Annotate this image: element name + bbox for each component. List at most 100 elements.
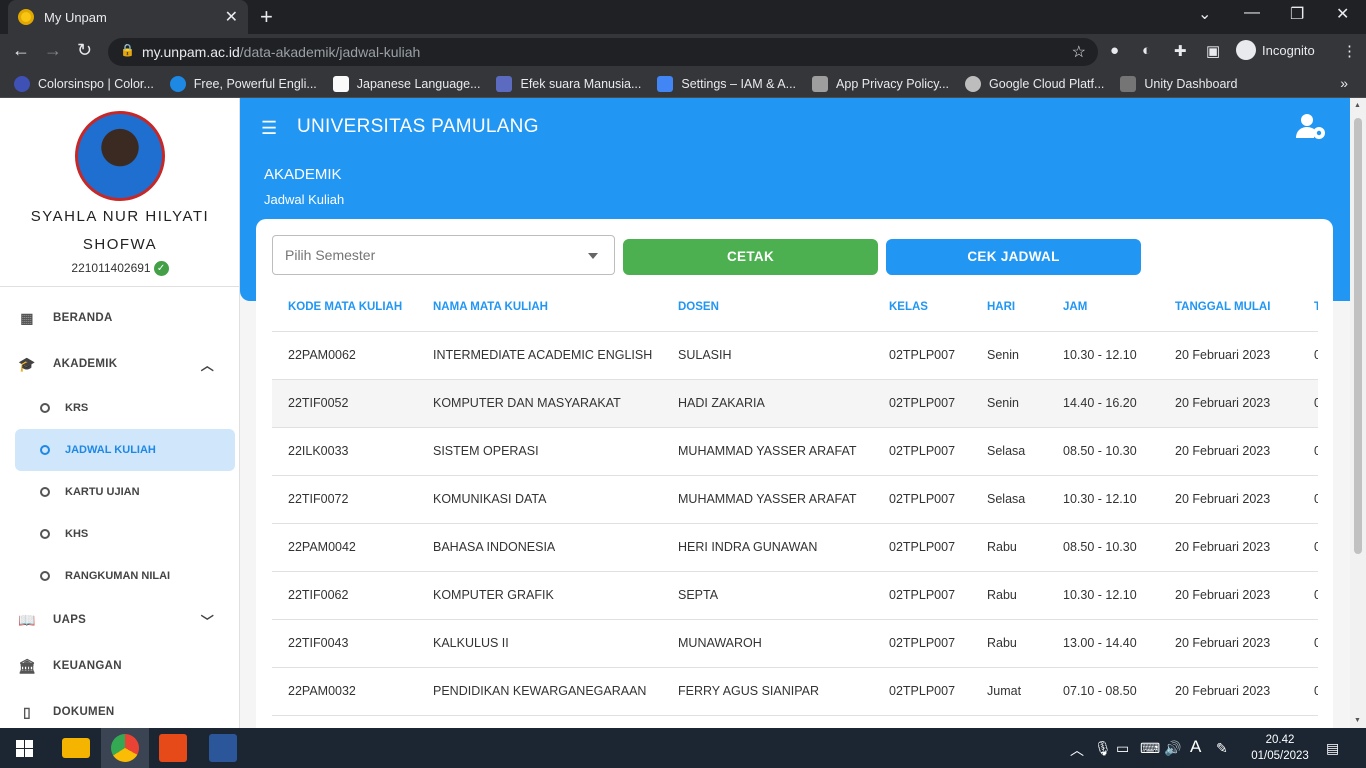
table-row: 22PAM0042 BAHASA INDONESIA HERI INDRA GU… (272, 523, 1318, 572)
sidebar-subitem-krs[interactable]: KRS (0, 387, 240, 429)
bookmark-favicon-icon (812, 75, 829, 92)
sidebar-item-dokumen[interactable]: ▯ DOKUMEN (0, 689, 240, 728)
extension-icon[interactable]: ◐ (1142, 42, 1160, 60)
chrome-menu-icon[interactable]: ⋮ (1342, 42, 1360, 60)
table-cell: 20 Februari 2023 (1159, 331, 1298, 380)
sidebar-item-beranda[interactable]: ▦ BERANDA (0, 295, 240, 341)
table-cell: 02TPLP007 (873, 571, 971, 620)
column-header[interactable]: JAM (1047, 283, 1159, 332)
restore-icon[interactable]: ❐ (1290, 4, 1304, 24)
cetak-button[interactable]: CETAK (623, 239, 878, 275)
table-row: 22ILK0033 SISTEM OPERASI MUHAMMAD YASSER… (272, 427, 1318, 476)
bookmark-favicon-icon (965, 75, 982, 92)
word-icon[interactable] (209, 734, 237, 762)
table-cell: KALKULUS II (417, 619, 662, 668)
document-icon: ▯ (22, 704, 31, 720)
address-bar[interactable]: 🔒 my.unpam.ac.id/data-akademik/jadwal-ku… (108, 38, 1098, 66)
sidebar-subitem-rangkuman-nilai[interactable]: RANGKUMAN NILAI (0, 555, 240, 597)
column-header[interactable]: TANGGAL MULAI (1159, 283, 1298, 332)
column-header[interactable]: DOSEN (662, 283, 873, 332)
column-header[interactable]: KELAS (873, 283, 971, 332)
bookmark-star-icon[interactable]: ☆ (1072, 42, 1086, 62)
tab-close-icon[interactable]: ✕ (225, 7, 238, 27)
sidebar-subitem-jadwal-kuliah[interactable]: JADWAL KULIAH (15, 429, 235, 471)
table-cell: Rabu (971, 523, 1047, 572)
schedule-table-container[interactable]: KODE MATA KULIAH NAMA MATA KULIAH DOSEN … (272, 283, 1318, 728)
minimize-icon[interactable]: — (1244, 4, 1260, 22)
column-header[interactable]: NAMA MATA KULIAH (417, 283, 662, 332)
url-path: /data-akademik/jadwal-kuliah (239, 44, 421, 60)
table-cell: 14.40 - 16.20 (1047, 379, 1159, 428)
semester-select[interactable]: Pilih Semester (272, 235, 615, 275)
cek-jadwal-button[interactable]: CEK JADWAL (886, 239, 1141, 275)
more-bookmarks-button[interactable]: » (1340, 75, 1348, 91)
bookmark-item[interactable]: Settings – IAM & A... (657, 75, 796, 92)
page-scrollbar[interactable]: ▲ ▼ (1350, 98, 1366, 728)
scroll-up-icon[interactable]: ▲ (1354, 102, 1361, 109)
bookmark-label: Japanese Language... (356, 76, 481, 91)
circle-icon (40, 403, 50, 413)
bookmark-item[interactable]: Colorsinspo | Color... (14, 75, 154, 92)
table-cell: 22PAM0062 (272, 331, 417, 380)
volume-icon[interactable]: 🔊 (1164, 740, 1181, 757)
sidebar-item-keuangan[interactable]: 🏛 KEUANGAN (0, 643, 240, 689)
bookmark-item[interactable]: Free, Powerful Engli... (169, 75, 317, 92)
back-icon[interactable]: ← (12, 40, 30, 61)
table-cell: 10.30 - 12.10 (1047, 331, 1159, 380)
user-name: SYAHLA NUR HILYATI SHOFWA (30, 208, 210, 253)
column-header[interactable]: HARI (971, 283, 1047, 332)
bookmark-item[interactable]: Efek suara Manusia... (496, 75, 642, 92)
side-panel-icon[interactable]: ▣ (1206, 42, 1224, 60)
table-cell: MUNAWAROH (662, 619, 873, 668)
chrome-icon[interactable] (111, 734, 139, 762)
sidebar-item-uaps[interactable]: 📖 UAPS ﹀ (0, 597, 240, 643)
battery-icon[interactable]: ▭ (1116, 740, 1129, 757)
bookmark-label: Efek suara Manusia... (520, 76, 642, 91)
bookmark-favicon-icon (14, 75, 30, 92)
notification-center-icon[interactable]: ▤ (1326, 740, 1339, 757)
input-method-icon[interactable]: A (1190, 737, 1201, 757)
table-cell: 10.30 - 12.10 (1047, 571, 1159, 620)
system-clock[interactable]: 20.42 01/05/2023 (1248, 732, 1312, 764)
sidebar-subitem-khs[interactable]: KHS (0, 513, 240, 555)
bookmark-item[interactable]: Google Cloud Platf... (965, 75, 1104, 92)
sidebar-item-akademik[interactable]: 🎓 AKADEMIK ︿ (0, 341, 240, 387)
table-cell: 20 Februari 2023 (1159, 619, 1298, 668)
sidebar-subitem-kartu-ujian[interactable]: KARTU UJIAN (0, 471, 240, 513)
bookmark-favicon-icon (169, 75, 186, 92)
table-cell: 08.50 - 10.30 (1047, 427, 1159, 476)
colorpicker-extension-icon[interactable]: ● (1110, 42, 1128, 60)
browser-tab[interactable]: My Unpam ✕ (8, 0, 248, 34)
forward-icon[interactable]: → (44, 40, 62, 61)
bookmark-item[interactable]: Japanese Language... (332, 75, 481, 92)
user-settings-icon[interactable] (1294, 112, 1328, 142)
table-cell: 22ILK0033 (272, 427, 417, 476)
bookmark-item[interactable]: Unity Dashboard (1120, 75, 1238, 92)
puzzle-extensions-icon[interactable]: ✚ (1174, 42, 1192, 60)
bookmark-item[interactable]: App Privacy Policy... (812, 75, 949, 92)
window-close-icon[interactable]: ✕ (1336, 4, 1349, 24)
incognito-profile[interactable]: Incognito (1236, 40, 1315, 60)
hamburger-menu-icon[interactable]: ☰ (261, 118, 277, 139)
column-header[interactable]: KODE MATA KULIAH (272, 283, 417, 332)
file-explorer-icon[interactable] (62, 738, 90, 758)
canva-icon[interactable] (159, 734, 187, 762)
new-tab-button[interactable]: + (260, 4, 273, 30)
table-cell: 02TPLP007 (873, 475, 971, 524)
scroll-down-icon[interactable]: ▼ (1354, 717, 1361, 724)
tab-search-icon[interactable]: ⌄ (1198, 4, 1211, 24)
show-hidden-icons-icon[interactable]: ︿ (1070, 740, 1084, 760)
pen-icon[interactable]: ✎ (1216, 740, 1228, 757)
table-row: 22PAM0062 INTERMEDIATE ACADEMIC ENGLISH … (272, 331, 1318, 380)
bookmark-favicon-icon (496, 75, 513, 92)
microphone-icon[interactable]: 🎙 (1094, 740, 1112, 757)
table-cell: SISTEM OPERASI (417, 427, 662, 476)
reload-icon[interactable]: ↻ (77, 40, 92, 61)
table-cell: PENDIDIKAN KEWARGANEGARAAN (417, 667, 662, 716)
scrollbar-thumb[interactable] (1354, 118, 1362, 554)
sidebar-subitem-label: KARTU UJIAN (65, 486, 140, 498)
column-header[interactable]: T (1298, 283, 1318, 332)
table-row: 22TIF0072 KOMUNIKASI DATA MUHAMMAD YASSE… (272, 475, 1318, 524)
windows-start-icon[interactable] (16, 740, 33, 757)
network-icon[interactable]: ⌨ (1140, 740, 1160, 757)
